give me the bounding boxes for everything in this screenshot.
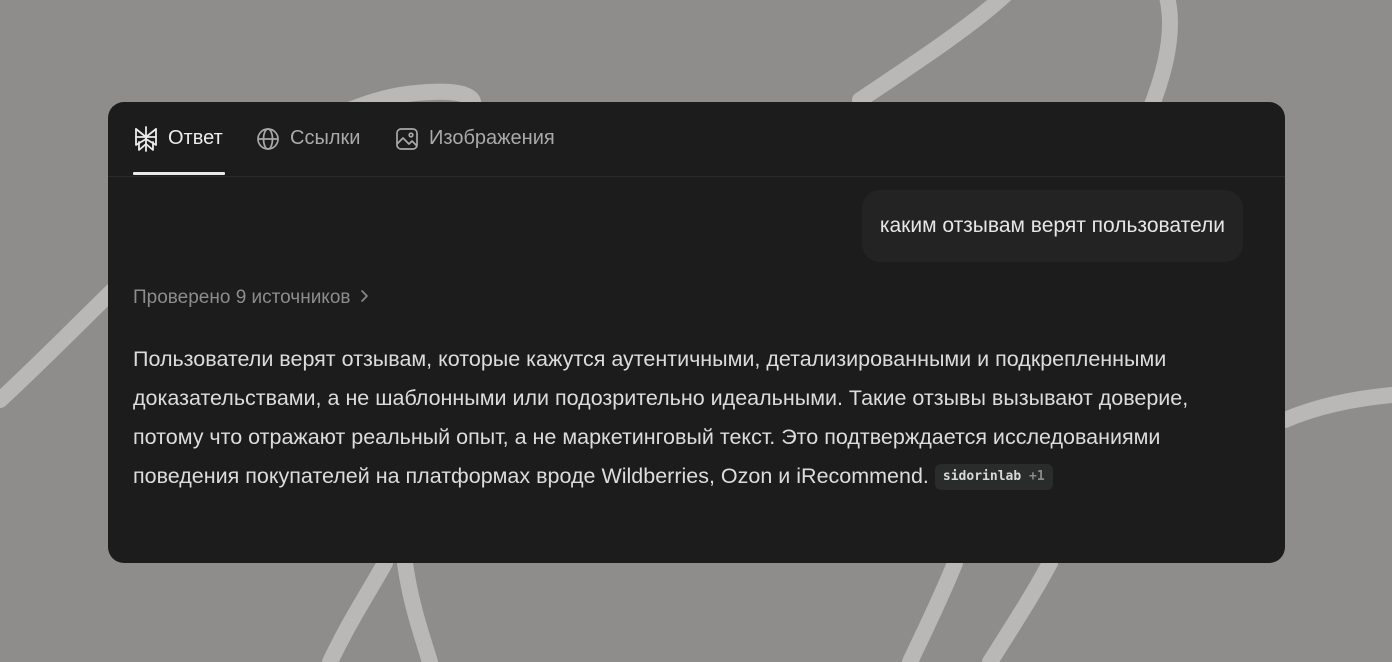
image-icon	[394, 126, 420, 152]
active-tab-indicator	[133, 172, 225, 175]
user-query-text: каким отзывам верят пользователи	[879, 214, 1225, 237]
tab-links[interactable]: Ссылки	[255, 102, 360, 175]
citation-badge[interactable]: sidorinlab +1	[934, 464, 1053, 490]
answer-card: Ответ Ссылки Изображения каким отзывам в…	[108, 102, 1285, 563]
user-query-bubble: каким отзывам верят пользователи	[861, 190, 1243, 262]
citation-source: sidorinlab	[942, 469, 1022, 484]
tab-images-label: Изображения	[429, 127, 555, 149]
sources-label: Проверено 9 источников	[133, 287, 351, 308]
tab-answer-label: Ответ	[168, 127, 223, 149]
sources-toggle[interactable]: Проверено 9 источников	[133, 287, 369, 309]
tab-bar: Ответ Ссылки Изображения	[108, 102, 1285, 177]
chevron-right-icon	[359, 287, 369, 309]
perplexity-logo-icon	[133, 125, 159, 152]
tab-links-label: Ссылки	[290, 127, 361, 149]
answer-text: Пользователи верят отзывам, которые кажу…	[133, 340, 1253, 496]
citation-more: +1	[1029, 469, 1045, 484]
tab-answer[interactable]: Ответ	[133, 102, 223, 175]
tab-images[interactable]: Изображения	[394, 102, 555, 175]
globe-icon	[255, 126, 281, 152]
